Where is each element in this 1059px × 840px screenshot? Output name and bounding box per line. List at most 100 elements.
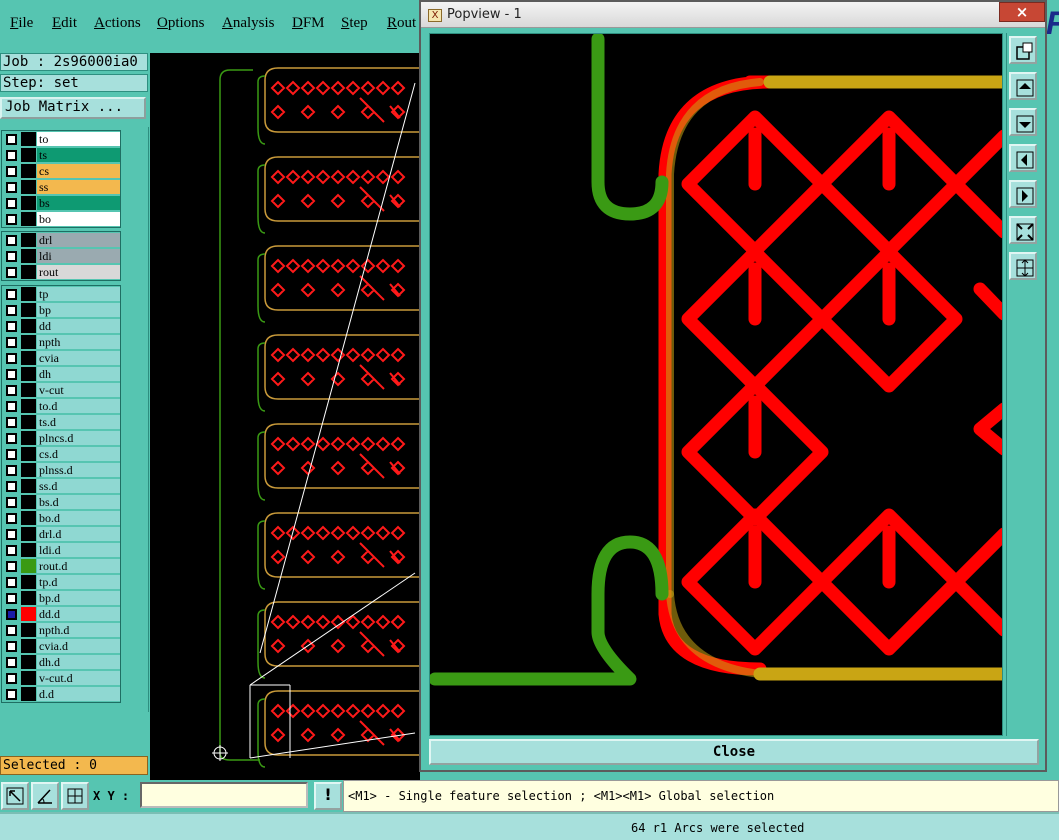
layer-checkbox[interactable] (6, 251, 17, 262)
layer-checkbox[interactable] (6, 593, 17, 604)
layer-name[interactable]: bs (37, 196, 120, 210)
layer-color-swatch[interactable] (21, 623, 36, 637)
layer-checkbox[interactable] (6, 689, 17, 700)
layer-name[interactable]: dd (37, 319, 120, 333)
layer-checkbox[interactable] (6, 529, 17, 540)
layer-name[interactable]: bo.d (37, 511, 120, 525)
layer-row-ldi.d[interactable]: ldi.d (2, 542, 120, 558)
layer-checkbox[interactable] (6, 214, 17, 225)
layer-color-swatch[interactable] (21, 335, 36, 349)
zoom-window-button[interactable] (1009, 36, 1037, 64)
menu-actions[interactable]: Actions (94, 15, 141, 32)
layer-color-swatch[interactable] (21, 687, 36, 701)
layer-name[interactable]: tp (37, 287, 120, 301)
layer-checkbox[interactable] (6, 561, 17, 572)
zoom-center-button[interactable] (1009, 252, 1037, 280)
menu-options[interactable]: Options (157, 15, 205, 32)
pan-down-button[interactable] (1009, 108, 1037, 136)
layer-name[interactable]: to.d (37, 399, 120, 413)
layer-checkbox[interactable] (6, 150, 17, 161)
layer-checkbox[interactable] (6, 465, 17, 476)
layer-name[interactable]: drl.d (37, 527, 120, 541)
layer-color-swatch[interactable] (21, 196, 36, 210)
layer-color-swatch[interactable] (21, 212, 36, 226)
layer-row-d.d[interactable]: d.d (2, 686, 120, 702)
layer-checkbox[interactable] (6, 235, 17, 246)
layer-color-swatch[interactable] (21, 511, 36, 525)
layer-name[interactable]: ss (37, 180, 120, 194)
layer-name[interactable]: v-cut.d (37, 671, 120, 685)
layer-name[interactable]: dh.d (37, 655, 120, 669)
layer-row-cvia.d[interactable]: cvia.d (2, 638, 120, 654)
layer-color-swatch[interactable] (21, 543, 36, 557)
layer-checkbox[interactable] (6, 289, 17, 300)
menu-analysis[interactable]: Analysis (222, 15, 275, 32)
layer-row-ts.d[interactable]: ts.d (2, 414, 120, 430)
layer-row-bo[interactable]: bo (2, 211, 120, 227)
layer-row-plnss.d[interactable]: plnss.d (2, 462, 120, 478)
layer-row-ts[interactable]: ts (2, 147, 120, 163)
layer-color-swatch[interactable] (21, 639, 36, 653)
layer-color-swatch[interactable] (21, 367, 36, 381)
layer-color-swatch[interactable] (21, 351, 36, 365)
window-close-icon[interactable]: × (999, 2, 1045, 22)
layer-checkbox[interactable] (6, 198, 17, 209)
layer-color-swatch[interactable] (21, 249, 36, 263)
layer-row-tp[interactable]: tp (2, 286, 120, 302)
menu-rout[interactable]: Rout (387, 15, 416, 32)
layer-checkbox[interactable] (6, 401, 17, 412)
layer-checkbox[interactable] (6, 497, 17, 508)
layer-checkbox[interactable] (6, 657, 17, 668)
layer-color-swatch[interactable] (21, 575, 36, 589)
layer-color-swatch[interactable] (21, 287, 36, 301)
layer-row-tp.d[interactable]: tp.d (2, 574, 120, 590)
layer-row-bp.d[interactable]: bp.d (2, 590, 120, 606)
layer-color-swatch[interactable] (21, 164, 36, 178)
snap-grid-button[interactable] (61, 782, 89, 810)
layer-name[interactable]: plncs.d (37, 431, 120, 445)
layer-color-swatch[interactable] (21, 479, 36, 493)
layer-row-plncs.d[interactable]: plncs.d (2, 430, 120, 446)
layer-row-bo.d[interactable]: bo.d (2, 510, 120, 526)
job-matrix-button[interactable]: Job Matrix ... (0, 97, 146, 119)
layer-color-swatch[interactable] (21, 463, 36, 477)
layer-row-dh.d[interactable]: dh.d (2, 654, 120, 670)
layer-name[interactable]: ts (37, 148, 120, 162)
layer-row-drl[interactable]: drl (2, 232, 120, 248)
layer-checkbox[interactable] (6, 577, 17, 588)
layer-color-swatch[interactable] (21, 233, 36, 247)
layer-name[interactable]: rout (37, 265, 120, 279)
xy-input[interactable] (140, 782, 308, 808)
info-button[interactable]: ! (314, 782, 342, 810)
menu-edit[interactable]: Edit (52, 15, 77, 32)
layer-row-dd.d[interactable]: dd.d (2, 606, 120, 622)
layer-name[interactable]: cvia (37, 351, 120, 365)
layer-name[interactable]: rout.d (37, 559, 120, 573)
layer-name[interactable]: ldi (37, 249, 120, 263)
layer-color-swatch[interactable] (21, 655, 36, 669)
layer-row-rout.d[interactable]: rout.d (2, 558, 120, 574)
layer-name[interactable]: drl (37, 233, 120, 247)
pan-up-button[interactable] (1009, 72, 1037, 100)
layer-color-swatch[interactable] (21, 415, 36, 429)
layer-row-drl.d[interactable]: drl.d (2, 526, 120, 542)
layer-row-ss[interactable]: ss (2, 179, 120, 195)
layer-color-swatch[interactable] (21, 447, 36, 461)
layer-row-npth.d[interactable]: npth.d (2, 622, 120, 638)
pan-right-button[interactable] (1009, 180, 1037, 208)
close-button[interactable]: Close (429, 739, 1039, 765)
layer-checkbox[interactable] (6, 449, 17, 460)
select-mode-button[interactable] (1, 782, 29, 810)
layer-checkbox[interactable] (6, 305, 17, 316)
layer-checkbox[interactable] (6, 545, 17, 556)
layer-color-swatch[interactable] (21, 591, 36, 605)
layer-checkbox[interactable] (6, 337, 17, 348)
pan-left-button[interactable] (1009, 144, 1037, 172)
layer-row-cs.d[interactable]: cs.d (2, 446, 120, 462)
layer-row-npth[interactable]: npth (2, 334, 120, 350)
layer-name[interactable]: ldi.d (37, 543, 120, 557)
layer-checkbox[interactable] (6, 481, 17, 492)
layer-checkbox[interactable] (6, 673, 17, 684)
measure-button[interactable] (31, 782, 59, 810)
layer-color-swatch[interactable] (21, 383, 36, 397)
